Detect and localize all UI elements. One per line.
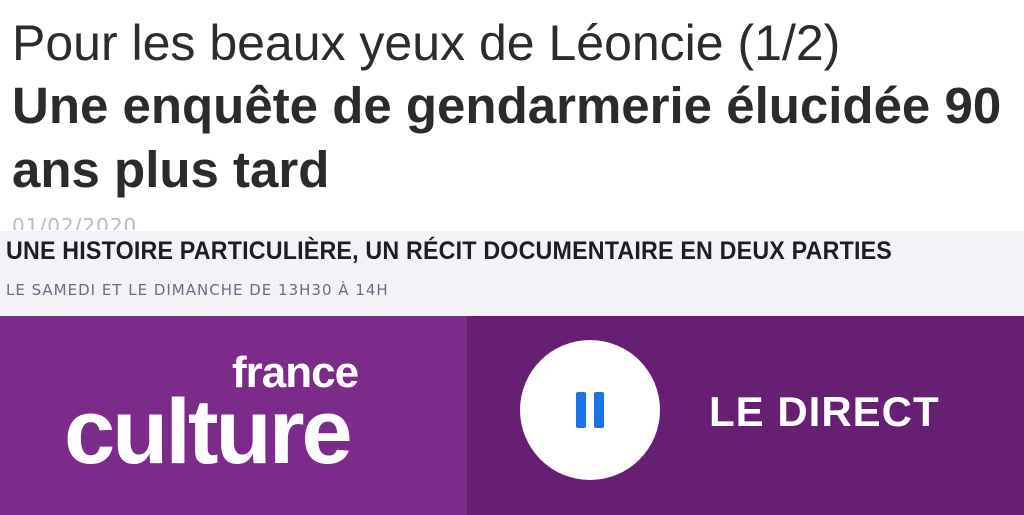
program-schedule: LE SAMEDI ET LE DIMANCHE DE 13H30 À 14H <box>6 281 389 299</box>
player-controls: LE DIRECT <box>467 316 1024 515</box>
episode-date: 01/02/2020 <box>12 214 138 230</box>
episode-subtitle: Une enquête de gendarmerie élucidée 90 a… <box>12 77 1002 198</box>
station-logo[interactable]: france culture <box>0 316 467 515</box>
pause-bar-right <box>594 392 604 428</box>
pause-button[interactable] <box>520 340 660 480</box>
logo-word-culture: culture <box>64 381 353 483</box>
program-headline: UNE HISTOIRE PARTICULIÈRE, UN RÉCIT DOCU… <box>6 237 892 265</box>
pause-bar-left <box>576 392 586 428</box>
program-info-band: UNE HISTOIRE PARTICULIÈRE, UN RÉCIT DOCU… <box>0 231 1024 316</box>
live-label[interactable]: LE DIRECT <box>709 388 940 436</box>
episode-title: Pour les beaux yeux de Léoncie (1/2) <box>12 15 841 71</box>
pause-icon <box>576 392 604 428</box>
episode-title-block: Pour les beaux yeux de Léoncie (1/2) Une… <box>12 12 1012 202</box>
live-player: france culture LE DIRECT <box>0 316 1024 515</box>
